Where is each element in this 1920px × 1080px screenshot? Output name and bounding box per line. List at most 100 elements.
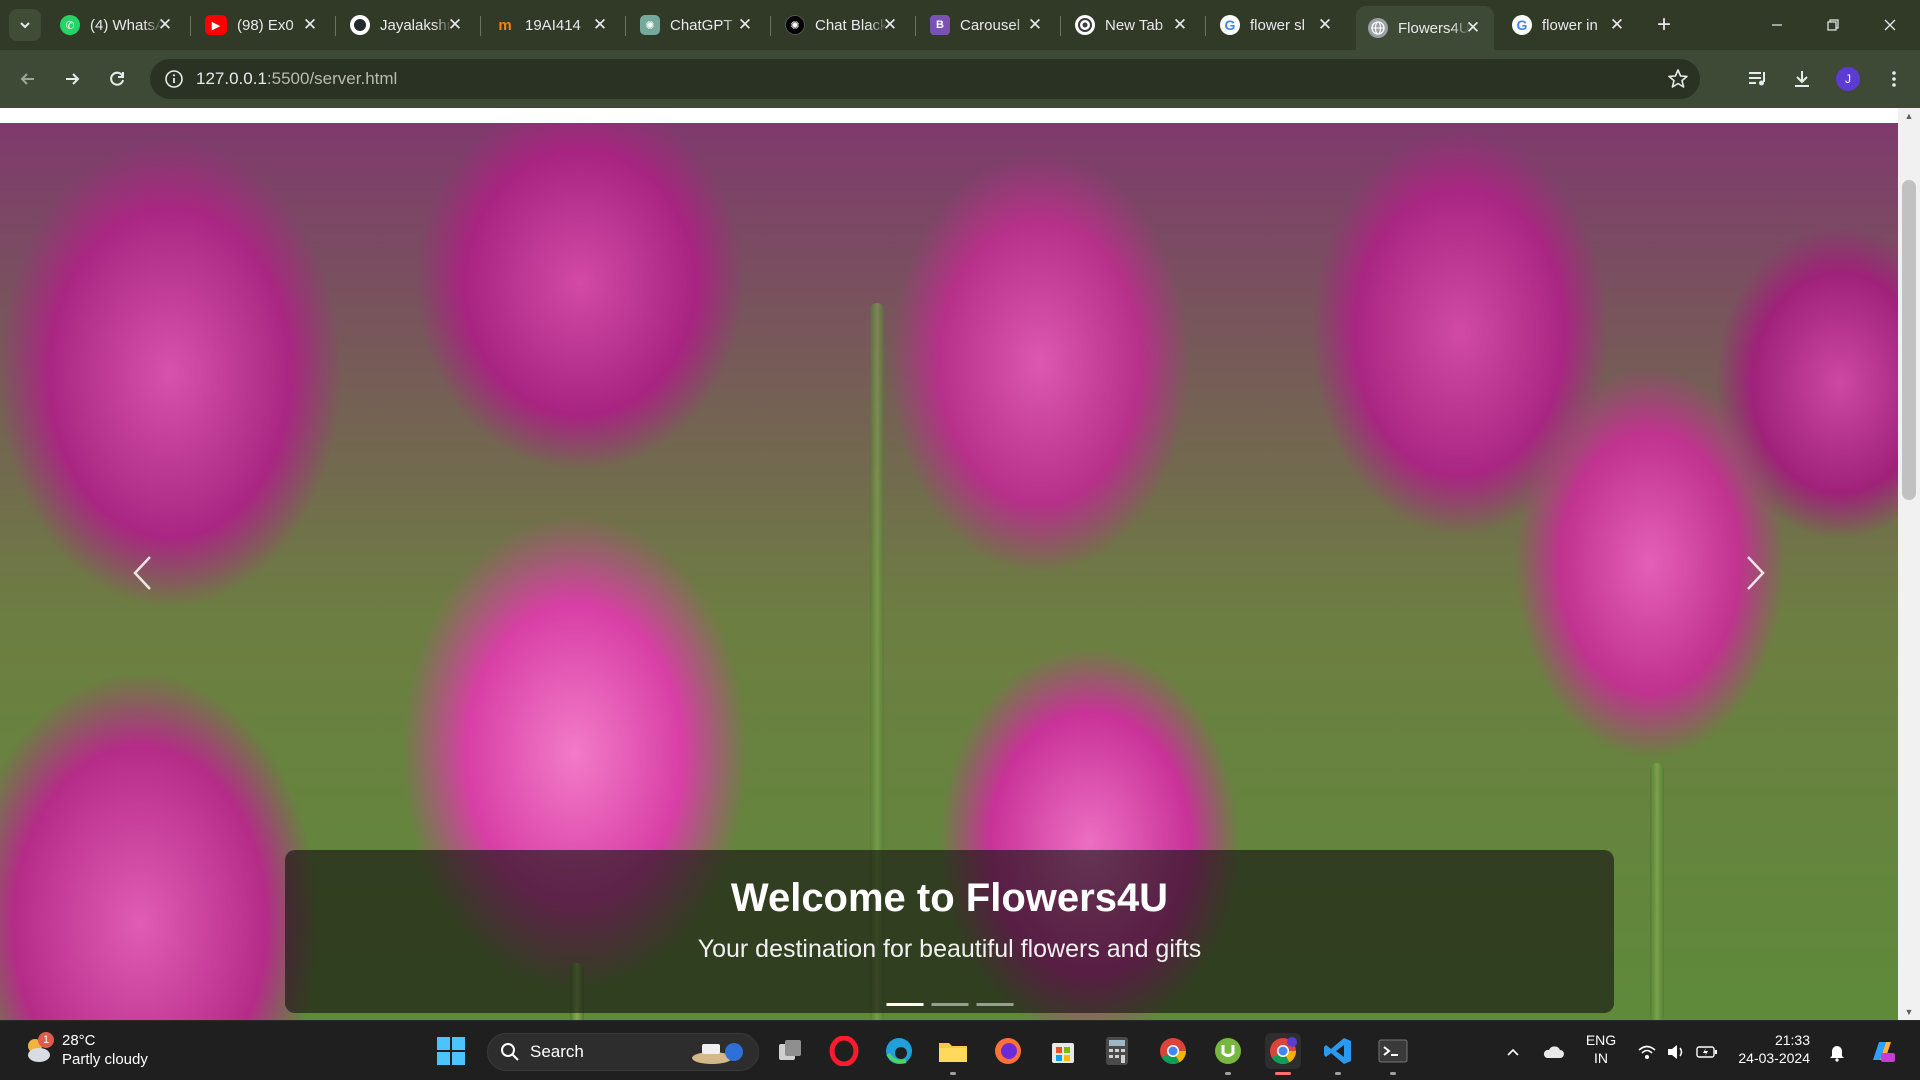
forward-button[interactable] bbox=[56, 63, 88, 95]
edge-icon bbox=[886, 1038, 912, 1064]
copilot-icon[interactable] bbox=[1866, 1035, 1898, 1067]
tab-19ai414[interactable]: m 19AI414 ✕ bbox=[483, 8, 621, 42]
address-bar[interactable]: 127.0.0.1:5500/server.html bbox=[150, 59, 1700, 99]
onedrive-icon[interactable] bbox=[1542, 1041, 1564, 1063]
tab-search-button[interactable] bbox=[9, 9, 41, 41]
chatgpt-icon: ✺ bbox=[640, 15, 660, 35]
carousel-indicators bbox=[886, 1003, 1013, 1006]
reload-icon bbox=[110, 71, 124, 86]
windows-icon bbox=[437, 1037, 465, 1065]
language-code: ENG bbox=[1585, 1032, 1617, 1048]
tab-separator bbox=[1205, 16, 1206, 36]
close-icon[interactable]: ✕ bbox=[736, 15, 754, 34]
tab-new-tab[interactable]: New Tab ✕ bbox=[1063, 8, 1201, 42]
battery-icon[interactable] bbox=[1696, 1041, 1718, 1063]
carousel-indicator-3[interactable] bbox=[976, 1003, 1013, 1006]
carousel-indicator-1[interactable] bbox=[886, 1003, 923, 1006]
carousel-indicator-2[interactable] bbox=[931, 1003, 968, 1006]
tab-title: New Tab bbox=[1105, 16, 1164, 34]
firefox-icon bbox=[995, 1038, 1021, 1064]
terminal-icon bbox=[1378, 1039, 1408, 1063]
start-button[interactable] bbox=[433, 1033, 469, 1069]
weather-widget[interactable]: 1 28°C Partly cloudy bbox=[22, 1031, 148, 1069]
show-hidden-icons-button[interactable] bbox=[1502, 1041, 1524, 1063]
site-info-icon[interactable] bbox=[162, 67, 186, 91]
search-icon bbox=[501, 1043, 519, 1061]
scrollbar-thumb[interactable] bbox=[1902, 180, 1916, 500]
close-icon[interactable]: ✕ bbox=[156, 15, 174, 34]
volume-icon[interactable] bbox=[1665, 1041, 1687, 1063]
page-scrollbar[interactable]: ▲ ▼ bbox=[1898, 108, 1920, 1020]
chrome-app[interactable] bbox=[1155, 1033, 1191, 1069]
arrow-right-icon bbox=[66, 73, 80, 85]
close-icon[interactable]: ✕ bbox=[881, 15, 899, 34]
tab-youtube[interactable]: ▶ (98) Ex0 ✕ bbox=[193, 8, 331, 42]
tab-whatsapp[interactable]: ✆ (4) WhatsApp ✕ bbox=[48, 8, 186, 42]
language-indicator[interactable]: ENG IN bbox=[1583, 1031, 1619, 1067]
minimize-button[interactable] bbox=[1757, 8, 1797, 42]
notifications-icon[interactable] bbox=[1826, 1041, 1848, 1063]
taskbar-search[interactable]: Search bbox=[487, 1033, 759, 1071]
clock-date: 24-03-2024 bbox=[1738, 1050, 1810, 1066]
utorrent-app[interactable] bbox=[1210, 1033, 1246, 1075]
task-view-button[interactable] bbox=[772, 1033, 808, 1069]
carousel-prev-button[interactable] bbox=[112, 543, 172, 603]
close-icon[interactable]: ✕ bbox=[446, 15, 464, 34]
opera-app[interactable] bbox=[826, 1033, 862, 1069]
opera-icon bbox=[829, 1036, 859, 1066]
close-icon[interactable]: ✕ bbox=[1026, 15, 1044, 34]
back-button[interactable] bbox=[12, 63, 44, 95]
terminal-app[interactable] bbox=[1375, 1033, 1411, 1075]
arrow-left-icon bbox=[20, 73, 34, 85]
tab-chat-black[interactable]: ✺ Chat Black ✕ bbox=[773, 8, 911, 42]
reload-button[interactable] bbox=[101, 63, 133, 95]
tab-flower-images[interactable]: G flower in ✕ bbox=[1500, 8, 1638, 42]
store-app[interactable] bbox=[1045, 1033, 1081, 1069]
scroll-up-arrow-icon[interactable]: ▲ bbox=[1903, 110, 1915, 122]
clock[interactable]: 21:33 24-03-2024 bbox=[1734, 1031, 1810, 1067]
whatsapp-icon: ✆ bbox=[60, 15, 80, 35]
chrome-icon bbox=[1075, 15, 1095, 35]
media-queue-button[interactable] bbox=[1741, 63, 1773, 95]
chrome-profile-app[interactable] bbox=[1265, 1033, 1301, 1075]
close-icon[interactable]: ✕ bbox=[1316, 15, 1334, 34]
wifi-icon[interactable] bbox=[1636, 1041, 1658, 1063]
tab-github[interactable]: Jayalakshmi ✕ bbox=[338, 8, 476, 42]
tab-title: Flowers4U bbox=[1398, 19, 1470, 37]
download-icon bbox=[1795, 71, 1809, 87]
close-icon[interactable]: ✕ bbox=[1464, 18, 1482, 37]
running-indicator bbox=[1335, 1072, 1341, 1075]
file-explorer-app[interactable] bbox=[935, 1033, 971, 1075]
close-window-button[interactable] bbox=[1870, 8, 1910, 42]
tab-separator bbox=[915, 16, 916, 36]
windows-taskbar: 1 28°C Partly cloudy Search ENG IN 21:33… bbox=[0, 1020, 1920, 1080]
calculator-app[interactable] bbox=[1099, 1033, 1135, 1069]
tab-carousel[interactable]: B Carousel ✕ bbox=[918, 8, 1056, 42]
close-icon[interactable]: ✕ bbox=[1608, 15, 1626, 34]
region-code: IN bbox=[1594, 1050, 1608, 1066]
carousel-next-button[interactable] bbox=[1726, 543, 1786, 603]
profile-avatar[interactable]: J bbox=[1836, 67, 1860, 91]
close-icon[interactable]: ✕ bbox=[591, 15, 609, 34]
browser-menu-button[interactable] bbox=[1878, 63, 1910, 95]
firefox-app[interactable] bbox=[990, 1033, 1026, 1069]
google-icon: G bbox=[1512, 15, 1532, 35]
scroll-down-arrow-icon[interactable]: ▼ bbox=[1903, 1006, 1915, 1018]
task-view-icon bbox=[779, 1040, 801, 1060]
close-icon[interactable]: ✕ bbox=[301, 15, 319, 34]
url-text[interactable]: 127.0.0.1:5500/server.html bbox=[196, 69, 397, 89]
edge-app[interactable] bbox=[881, 1033, 917, 1069]
partly-cloudy-icon: 1 bbox=[22, 1032, 54, 1066]
new-tab-button[interactable]: + bbox=[1650, 11, 1678, 39]
tab-title: Jayalakshmi bbox=[380, 16, 452, 34]
browser-toolbar: 127.0.0.1:5500/server.html J bbox=[0, 50, 1920, 108]
tab-flowers4u[interactable]: Flowers4U ✕ bbox=[1356, 6, 1494, 50]
downloads-button[interactable] bbox=[1786, 63, 1818, 95]
chevron-down-icon bbox=[20, 22, 30, 29]
restore-button[interactable] bbox=[1813, 8, 1853, 42]
tab-chatgpt[interactable]: ✺ ChatGPT ✕ bbox=[628, 8, 766, 42]
vscode-app[interactable] bbox=[1320, 1033, 1356, 1075]
bookmark-star-icon[interactable] bbox=[1666, 67, 1690, 91]
tab-flower-slider[interactable]: G flower sl ✕ bbox=[1208, 8, 1346, 42]
close-icon[interactable]: ✕ bbox=[1171, 15, 1189, 34]
